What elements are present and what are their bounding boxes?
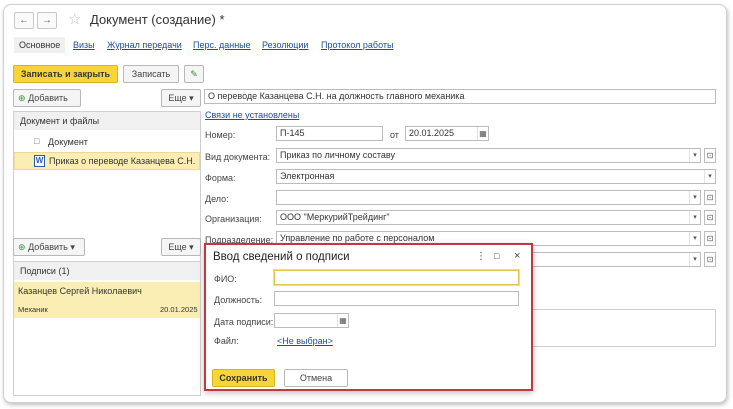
case-label: Дело: bbox=[205, 194, 229, 204]
doc-type-value: Приказ по личному составу bbox=[280, 150, 395, 160]
tab-personal-data[interactable]: Перс. данные bbox=[193, 40, 251, 50]
file-item-order[interactable]: W Приказ о переводе Казанцева С.Н. bbox=[14, 152, 200, 170]
arrow-right-icon: → bbox=[42, 15, 52, 26]
signatures-more-label: Еще bbox=[168, 242, 187, 252]
date-input[interactable]: 20.01.2025 ▦ bbox=[405, 126, 489, 141]
signer-date: 20.01.2025 bbox=[160, 305, 198, 314]
org-label: Организация: bbox=[205, 214, 262, 224]
tab-resolutions[interactable]: Резолюции bbox=[262, 40, 308, 50]
chevron-down-icon: ▾ bbox=[70, 242, 75, 252]
dialog-cancel-button[interactable]: Отмена bbox=[284, 369, 348, 387]
file-select-link[interactable]: <Не выбран> bbox=[277, 336, 333, 346]
plus-circle-icon: ⊕ bbox=[18, 93, 26, 103]
add-file-label: Добавить bbox=[28, 93, 68, 103]
case-select[interactable]: ▾ bbox=[276, 190, 701, 205]
chevron-down-icon[interactable]: ▾ bbox=[689, 191, 700, 204]
add-signature-button[interactable]: ⊕ Добавить ▾ bbox=[13, 238, 85, 256]
signatures-panel: Подписи (1) Казанцев Сергей Николаевич М… bbox=[13, 261, 201, 396]
forward-button[interactable]: → bbox=[37, 12, 57, 29]
arrow-left-icon: ← bbox=[19, 15, 29, 26]
open-icon[interactable]: ⊡ bbox=[704, 190, 716, 205]
sign-date-input[interactable]: ▦ bbox=[274, 313, 349, 328]
form-value: Электронная bbox=[280, 171, 335, 181]
date-value: 20.01.2025 bbox=[409, 128, 455, 138]
chevron-down-icon[interactable]: ▾ bbox=[689, 211, 700, 224]
maximize-icon[interactable]: □ bbox=[494, 251, 499, 261]
chevron-down-icon[interactable]: ▾ bbox=[689, 232, 700, 245]
file-item-label: Документ bbox=[48, 137, 88, 147]
signature-row[interactable]: Казанцев Сергей Николаевич Механик 20.01… bbox=[14, 282, 200, 318]
open-icon[interactable]: ⊡ bbox=[704, 148, 716, 163]
chevron-down-icon[interactable]: ▾ bbox=[689, 253, 700, 266]
document-icon: □ bbox=[34, 136, 40, 146]
open-icon[interactable]: ⊡ bbox=[704, 210, 716, 225]
position-input[interactable] bbox=[274, 291, 519, 306]
from-label: от bbox=[390, 130, 399, 140]
fio-label: ФИО: bbox=[214, 274, 237, 284]
calendar-icon[interactable]: ▦ bbox=[477, 127, 488, 140]
number-label: Номер: bbox=[205, 130, 236, 140]
plus-circle-icon: ⊕ bbox=[18, 242, 26, 252]
file-item-label: Приказ о переводе Казанцева С.Н. bbox=[49, 156, 196, 166]
open-icon[interactable]: ⊡ bbox=[704, 231, 716, 246]
files-panel-header: Документ и файлы bbox=[14, 112, 200, 130]
add-signature-label: Добавить bbox=[28, 242, 68, 252]
tab-main[interactable]: Основное bbox=[14, 37, 66, 53]
tab-work-protocol[interactable]: Протокол работы bbox=[321, 40, 393, 50]
file-label: Файл: bbox=[214, 336, 239, 346]
org-select[interactable]: ООО "МеркурийТрейдинг" ▾ bbox=[276, 210, 701, 225]
files-more-button[interactable]: Еще ▾ bbox=[161, 89, 201, 107]
signature-dialog: Ввод сведений о подписи ⋮ □ × ФИО: Должн… bbox=[204, 243, 533, 391]
close-icon[interactable]: × bbox=[514, 250, 520, 262]
save-button[interactable]: Записать bbox=[123, 65, 179, 83]
subject-input[interactable]: О переводе Казанцева С.Н. на должность г… bbox=[204, 89, 716, 104]
sign-date-label: Дата подписи: bbox=[214, 317, 274, 327]
links-link[interactable]: Связи не установлены bbox=[205, 110, 299, 120]
dialog-title: Ввод сведений о подписи bbox=[213, 251, 350, 263]
form-select[interactable]: Электронная ▾ bbox=[276, 169, 716, 184]
dept-value: Управление по работе с персоналом bbox=[280, 233, 435, 243]
files-more-label: Еще bbox=[168, 93, 187, 103]
open-icon[interactable]: ⊡ bbox=[704, 252, 716, 267]
form-label: Форма: bbox=[205, 173, 236, 183]
add-file-button[interactable]: ⊕ Добавить bbox=[13, 89, 81, 107]
chevron-down-icon: ▾ bbox=[189, 242, 194, 252]
doc-type-select[interactable]: Приказ по личному составу ▾ bbox=[276, 148, 701, 163]
fio-input[interactable] bbox=[274, 270, 519, 285]
signatures-more-button[interactable]: Еще ▾ bbox=[161, 238, 201, 256]
chevron-down-icon[interactable]: ▾ bbox=[689, 149, 700, 162]
word-file-icon: W bbox=[34, 155, 45, 167]
doc-type-label: Вид документа: bbox=[205, 152, 271, 162]
calendar-icon[interactable]: ▦ bbox=[337, 314, 348, 327]
tab-visas[interactable]: Визы bbox=[73, 40, 95, 50]
back-button[interactable]: ← bbox=[14, 12, 34, 29]
edit-button[interactable]: ✎ bbox=[184, 65, 204, 83]
file-item-document[interactable]: □ Документ bbox=[14, 133, 200, 151]
comment-area[interactable] bbox=[524, 309, 716, 347]
dialog-save-button[interactable]: Сохранить bbox=[212, 369, 275, 387]
chevron-down-icon[interactable]: ▾ bbox=[704, 170, 715, 183]
tab-transfer-log[interactable]: Журнал передачи bbox=[107, 40, 182, 50]
more-vertical-icon[interactable]: ⋮ bbox=[476, 251, 486, 262]
org-value: ООО "МеркурийТрейдинг" bbox=[280, 212, 390, 222]
signer-name: Казанцев Сергей Николаевич bbox=[18, 286, 142, 296]
save-and-close-button[interactable]: Записать и закрыть bbox=[13, 65, 118, 83]
number-input[interactable]: П-145 bbox=[276, 126, 383, 141]
favorite-star-icon[interactable]: ☆ bbox=[68, 10, 81, 28]
signer-role: Механик bbox=[18, 305, 48, 314]
window-title: Документ (создание) * bbox=[90, 12, 225, 27]
signatures-panel-header: Подписи (1) bbox=[14, 262, 200, 280]
position-label: Должность: bbox=[214, 295, 263, 305]
pencil-icon: ✎ bbox=[190, 69, 198, 79]
chevron-down-icon: ▾ bbox=[189, 93, 194, 103]
